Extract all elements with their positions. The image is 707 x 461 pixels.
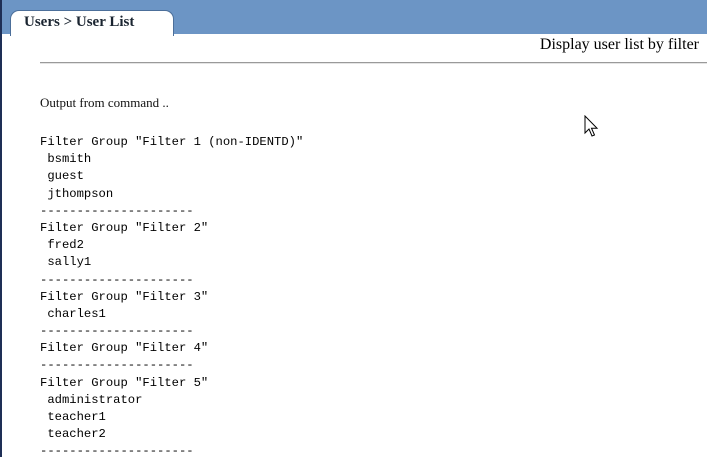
output-line: sally1 [40, 255, 92, 270]
output-line: administrator [40, 392, 143, 407]
mouse-pointer-icon [584, 115, 599, 137]
output-line: guest [40, 169, 84, 184]
output-line: teacher1 [40, 410, 106, 424]
output-line: Filter Group "Filter 3" [40, 289, 209, 304]
output-line: --------------------- [40, 203, 194, 218]
output-line: fred2 [40, 238, 84, 253]
output-line: teacher2 [40, 427, 106, 442]
command-output: Filter Group "Filter 1 (non-IDENTD)" bsm… [40, 134, 303, 461]
output-line: bsmith [40, 152, 92, 167]
output-line: --------------------- [40, 324, 194, 339]
output-label: Output from command .. [40, 95, 169, 110]
output-line: Filter Group "Filter 5" [40, 375, 209, 390]
output-line: Filter Group "Filter 2" [40, 220, 209, 235]
output-line: --------------------- [40, 272, 194, 287]
page-title: Display user list by filter [539, 36, 699, 53]
output-line: jthompson [40, 186, 114, 201]
divider [40, 62, 707, 64]
output-line: charles1 [40, 306, 106, 321]
output-line: Filter Group "Filter 1 (non-IDENTD)" [40, 135, 304, 149]
window-left-border [0, 0, 2, 457]
output-line: --------------------- [40, 358, 194, 373]
output-line: Filter Group "Filter 4" [40, 341, 209, 356]
breadcrumb-tab[interactable]: Users > User List [10, 10, 174, 36]
output-line: --------------------- [40, 444, 194, 459]
